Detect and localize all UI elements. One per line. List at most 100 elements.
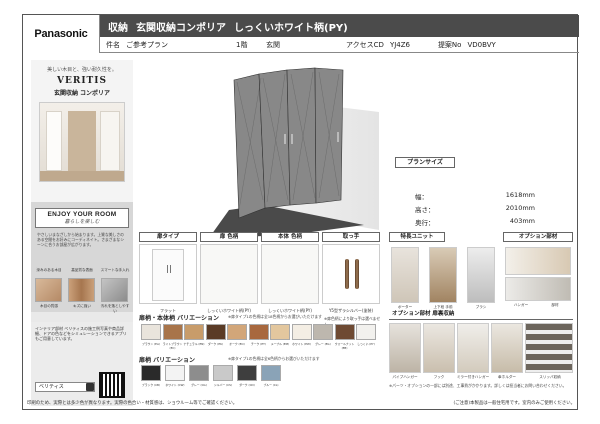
- door-type-header: 扉タイプ: [139, 232, 197, 242]
- color-swatch-label: ブラウン (EA): [142, 342, 160, 346]
- color-swatch: [213, 365, 233, 381]
- special-photo: [429, 247, 457, 303]
- color-swatch-label: オーク (EO): [229, 342, 245, 346]
- storage-title: オプション部材 扉裏収納: [389, 310, 573, 320]
- enjoy-panel: ENJOY YOUR ROOM 暮らしを楽しむ やさしいまなざしから始まります。…: [31, 202, 133, 313]
- footer: 印刷のため、実際とは多少色が異なります。実際の色合い・材質感は、ショウルーム等で…: [23, 397, 579, 409]
- storage-photo: [525, 323, 573, 373]
- color-swatch-label: ダーク (EK): [207, 342, 224, 346]
- tile-caption: 汚れを落としやすい: [100, 304, 130, 313]
- title-bar: 収納 玄関収納コンポリア しっくいホワイト柄(PY): [100, 15, 579, 37]
- door-color-header: 扉 色柄: [200, 232, 258, 242]
- tile-caption: キズに強い: [73, 304, 91, 308]
- title-category: 収納: [108, 22, 128, 34]
- footer-right: (ご注意)本製品は一般住宅用です。室内のみご使用ください。: [453, 401, 575, 406]
- option-photo: [505, 277, 571, 301]
- tile-label: 高品質な表面: [71, 268, 93, 272]
- handle-image: [322, 244, 380, 304]
- enjoy-text: やさしいまなざしから始まります。上質な美しさのある空間をお好みにコーディネイト。…: [37, 232, 124, 247]
- plan-size: プランサイズ 幅： 1618mm 高さ： 2010mm 奥行： 403mm: [395, 157, 575, 237]
- door-type-image: [139, 244, 197, 304]
- sub-header: 件名 ご参考プラン 1階 玄関 アクセスCD YJ4Z6 提案No VD0BVY: [100, 37, 579, 53]
- handle-header: 取っ手: [322, 232, 380, 242]
- color-swatch: [162, 324, 183, 340]
- size-row: 高さ： 2010mm: [415, 204, 535, 214]
- tile-photo: [68, 278, 95, 302]
- enjoy-box: ENJOY YOUR ROOM 暮らしを楽しむ: [35, 208, 129, 228]
- color-swatch-label: ホワイト (EW): [292, 342, 311, 346]
- tile-label: スマートな手入れ: [100, 268, 130, 272]
- color-swatch: [237, 365, 257, 381]
- color-swatch-label: ウォールナット (EB): [334, 342, 355, 350]
- storage-photo: [457, 323, 489, 373]
- name-label: 件名: [106, 40, 120, 49]
- option-photo: [505, 247, 571, 275]
- body-color-swatch: [261, 244, 319, 304]
- qr-code-icon: [99, 372, 125, 398]
- color-swatch: [248, 324, 269, 340]
- door-variation-title: 扉柄・本体柄 バリエーション: [139, 315, 219, 322]
- access-label: アクセスCD: [346, 40, 384, 49]
- room-photo: [39, 102, 125, 182]
- frame-variation-title: 扉柄 バリエーション: [139, 357, 195, 364]
- proposal-value: VD0BVY: [467, 40, 496, 49]
- footer-left: 印刷のため、実際とは多少色が異なります。実際の色合い・材質感は、ショウルーム等で…: [27, 401, 238, 406]
- app-panel: インテリア部材 ベリティスの施工例写真や商品詳細、ドアの色などをシミュレーション…: [31, 322, 133, 406]
- storage-caption: フック: [433, 375, 445, 379]
- special-photo: [391, 247, 419, 303]
- color-swatch-label: グレー (EG): [315, 342, 331, 346]
- storage-photo: [389, 323, 421, 373]
- color-swatch-label: シルバー (CS): [214, 383, 232, 387]
- brand-category: 玄関収納 コンポリア: [53, 90, 111, 97]
- size-row: 奥行： 403mm: [415, 217, 535, 227]
- color-swatch-label: メープル (EM): [270, 342, 290, 346]
- left-column: 美しい木目と、強い耐久性を。 VERITIS 玄関収納 コンポリア ENJOY …: [31, 60, 133, 406]
- color-swatch-label: ホワイト (CW): [165, 383, 185, 387]
- color-swatch-label: ライトブラウン (EC): [162, 342, 183, 350]
- title-color: しっくいホワイト柄(PY): [234, 22, 348, 34]
- search-icon[interactable]: [86, 383, 94, 391]
- name-value: ご参考プラン: [126, 40, 168, 49]
- option-caption: 部材: [551, 303, 559, 307]
- tile-photo: [101, 278, 128, 302]
- color-swatch-label: ブルー (CL): [263, 383, 279, 387]
- proposal-label: 提案No: [437, 40, 462, 49]
- color-swatch: [189, 365, 209, 381]
- handle-caption: Y5型ザラシルバー(塗装): [328, 308, 374, 313]
- door-variation-note: ※扉タイプ1の色柄は全18色柄からお選びいただけます: [228, 314, 322, 319]
- storage-note: ※パーツ・オプションの一部には別途、工事費がかかります。詳しくは担当者にお問い合…: [389, 383, 567, 388]
- plan-size-title: プランサイズ: [395, 157, 455, 168]
- storage-caption: 傘ホルダー: [498, 375, 516, 379]
- option-title: オプション部材: [503, 232, 573, 242]
- tagline: 美しい木目と、強い耐久性を。: [47, 67, 117, 73]
- tile-photo: [35, 278, 62, 302]
- color-swatch: [184, 324, 204, 340]
- storage-caption: スリッパ収納: [539, 375, 561, 379]
- cabinet-render-icon: [209, 67, 379, 238]
- veritis-panel: 美しい木目と、強い耐久性を。 VERITIS 玄関収納 コンポリア: [31, 60, 133, 202]
- special-photo: [467, 247, 495, 303]
- panasonic-logo: Panasonic: [23, 15, 100, 53]
- parts-grid: 扉タイプ 扉 色柄 本体 色柄 取っ手 フラット しっくいホワイト柄(PY) し…: [139, 232, 380, 327]
- plan-render: [139, 60, 391, 240]
- color-swatch: [334, 324, 355, 340]
- color-swatch-label: しっくい (PY): [357, 342, 375, 346]
- special-unit-title: 特長ユニット: [389, 232, 445, 242]
- size-row: 幅： 1618mm: [415, 191, 535, 201]
- brand-name: VERITIS: [57, 76, 107, 86]
- color-swatch: [356, 324, 376, 340]
- body-color-header: 本体 色柄: [261, 232, 319, 242]
- color-swatch-label: ナチュラル (EN): [183, 342, 205, 346]
- color-swatch: [205, 324, 226, 340]
- plan-sheet: Panasonic 収納 玄関収納コンポリア しっくいホワイト柄(PY) 件名 …: [22, 14, 579, 410]
- header: Panasonic 収納 玄関収納コンポリア しっくいホワイト柄(PY) 件名 …: [23, 15, 579, 53]
- floor-value: 1階: [236, 40, 248, 49]
- color-swatch-label: グレー (CG): [191, 383, 207, 387]
- door-color-swatch: [200, 244, 258, 304]
- color-swatch: [165, 365, 185, 381]
- color-swatch: [291, 324, 312, 340]
- access-value: YJ4Z6: [389, 40, 410, 49]
- color-swatch-label: チーク (ET): [251, 342, 266, 346]
- frame-variation-note: ※扉タイプ1の色柄は全6色柄からお選びいただけます: [228, 356, 320, 361]
- title-product: 玄関収納コンポリア: [136, 22, 226, 34]
